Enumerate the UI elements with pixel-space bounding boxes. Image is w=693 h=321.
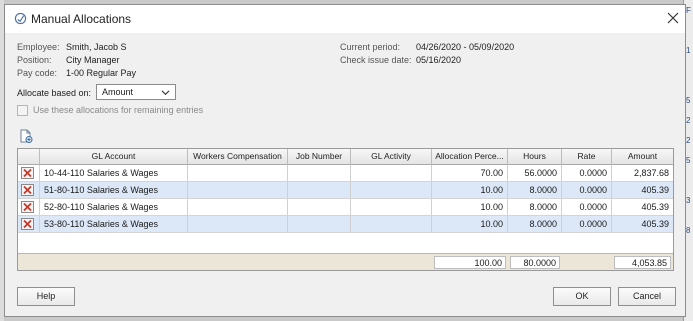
position-label: Position: (17, 55, 52, 65)
column-header-gl-account[interactable]: GL Account (40, 149, 188, 165)
delete-x-icon (23, 168, 32, 178)
current-period-value: 04/26/2020 - 05/09/2020 (416, 42, 515, 52)
gl-activity-cell[interactable] (351, 199, 432, 215)
background-text: 8 (686, 226, 691, 235)
remaining-entries-checkbox[interactable] (17, 105, 28, 116)
employee-label: Employee: (17, 42, 60, 52)
delete-row-button[interactable] (21, 184, 34, 196)
rate-cell[interactable]: 0.0000 (562, 182, 612, 198)
delete-cell (18, 199, 40, 215)
title-bar: Manual Allocations (5, 5, 685, 33)
allocate-based-on-select[interactable]: Amount (96, 84, 176, 100)
employee-value: Smith, Jacob S (66, 42, 127, 52)
position-value: City Manager (66, 55, 120, 65)
background-text: F (686, 6, 691, 15)
column-header-hours[interactable]: Hours (508, 149, 562, 165)
rate-cell[interactable]: 0.0000 (562, 165, 612, 181)
workers-comp-cell[interactable] (188, 216, 288, 232)
close-icon (667, 12, 679, 24)
paycode-label: Pay code: (17, 68, 58, 78)
allocation-percent-cell[interactable]: 10.00 (432, 216, 508, 232)
paycode-value: 1-00 Regular Pay (66, 68, 137, 78)
help-button[interactable]: Help (17, 287, 75, 306)
add-allocation-icon[interactable] (19, 129, 33, 143)
check-issue-date-value: 05/16/2020 (416, 55, 462, 65)
total-hours: 80.0000 (510, 256, 560, 269)
dialog-title: Manual Allocations (31, 12, 132, 26)
table-row[interactable]: 53-80-110 Salaries & Wages 10.00 8.0000 … (18, 216, 673, 233)
delete-row-button[interactable] (21, 218, 34, 230)
hours-cell[interactable]: 8.0000 (508, 199, 562, 215)
gl-activity-cell[interactable] (351, 216, 432, 232)
delete-cell (18, 182, 40, 198)
background-text: 5 (686, 96, 691, 105)
column-header-allocation-percent[interactable]: Allocation Perce... (432, 149, 508, 165)
hours-cell[interactable]: 8.0000 (508, 216, 562, 232)
allocations-grid: GL Account Workers Compensation Job Numb… (17, 148, 674, 271)
workers-comp-cell[interactable] (188, 165, 288, 181)
delete-row-button[interactable] (21, 167, 34, 179)
rate-cell[interactable]: 0.0000 (562, 199, 612, 215)
amount-cell[interactable]: 405.39 (612, 182, 673, 198)
gl-account-cell[interactable]: 52-80-110 Salaries & Wages (40, 199, 188, 215)
gl-account-cell[interactable]: 53-80-110 Salaries & Wages (40, 216, 188, 232)
gl-activity-cell[interactable] (351, 182, 432, 198)
ok-button[interactable]: OK (553, 287, 611, 306)
amount-cell[interactable]: 405.39 (612, 216, 673, 232)
amount-cell[interactable]: 405.39 (612, 199, 673, 215)
delete-x-icon (23, 202, 32, 212)
workers-comp-cell[interactable] (188, 199, 288, 215)
column-header-delete (18, 149, 40, 165)
hours-cell[interactable]: 56.0000 (508, 165, 562, 181)
rate-cell[interactable]: 0.0000 (562, 216, 612, 232)
amount-cell[interactable]: 2,837.68 (612, 165, 673, 181)
allocate-selected-value: Amount (102, 87, 134, 97)
current-period-label: Current period: (340, 42, 401, 52)
manual-allocations-dialog: Manual Allocations Employee: Smith, Jaco… (4, 4, 686, 317)
column-header-amount[interactable]: Amount (612, 149, 673, 165)
background-text: 2 (686, 136, 691, 145)
allocate-based-on-label: Allocate based on: (17, 88, 92, 98)
allocations-app-icon (14, 12, 27, 25)
background-text: 2 (686, 116, 691, 125)
check-issue-date-label: Check issue date: (340, 55, 412, 65)
table-row[interactable]: 10-44-110 Salaries & Wages 70.00 56.0000… (18, 165, 673, 182)
job-number-cell[interactable] (288, 199, 351, 215)
column-header-gl-activity[interactable]: GL Activity (351, 149, 432, 165)
column-header-rate[interactable]: Rate (562, 149, 612, 165)
total-allocation-percent: 100.00 (434, 256, 506, 269)
close-button[interactable] (665, 11, 681, 27)
allocation-percent-cell[interactable]: 70.00 (432, 165, 508, 181)
delete-x-icon (23, 185, 32, 195)
table-row[interactable]: 52-80-110 Salaries & Wages 10.00 8.0000 … (18, 199, 673, 216)
column-header-workers-compensation[interactable]: Workers Compensation (188, 149, 288, 165)
gl-account-cell[interactable]: 51-80-110 Salaries & Wages (40, 182, 188, 198)
total-amount: 4,053.85 (614, 256, 671, 269)
allocation-percent-cell[interactable]: 10.00 (432, 199, 508, 215)
chevron-down-icon (161, 90, 170, 96)
background-text: 3 (686, 196, 691, 205)
table-row[interactable]: 51-80-110 Salaries & Wages 10.00 8.0000 … (18, 182, 673, 199)
gl-activity-cell[interactable] (351, 165, 432, 181)
delete-x-icon (23, 219, 32, 229)
gl-account-cell[interactable]: 10-44-110 Salaries & Wages (40, 165, 188, 181)
background-text: 5 (686, 156, 691, 165)
remaining-entries-label: Use these allocations for remaining entr… (33, 105, 204, 115)
background-text: 1 (686, 46, 691, 55)
column-header-job-number[interactable]: Job Number (288, 149, 351, 165)
workers-comp-cell[interactable] (188, 182, 288, 198)
job-number-cell[interactable] (288, 165, 351, 181)
hours-cell[interactable]: 8.0000 (508, 182, 562, 198)
job-number-cell[interactable] (288, 216, 351, 232)
totals-row: 100.00 80.0000 4,053.85 (18, 253, 673, 270)
job-number-cell[interactable] (288, 182, 351, 198)
delete-cell (18, 165, 40, 181)
allocation-percent-cell[interactable]: 10.00 (432, 182, 508, 198)
delete-row-button[interactable] (21, 201, 34, 213)
delete-cell (18, 216, 40, 232)
cancel-button[interactable]: Cancel (618, 287, 676, 306)
